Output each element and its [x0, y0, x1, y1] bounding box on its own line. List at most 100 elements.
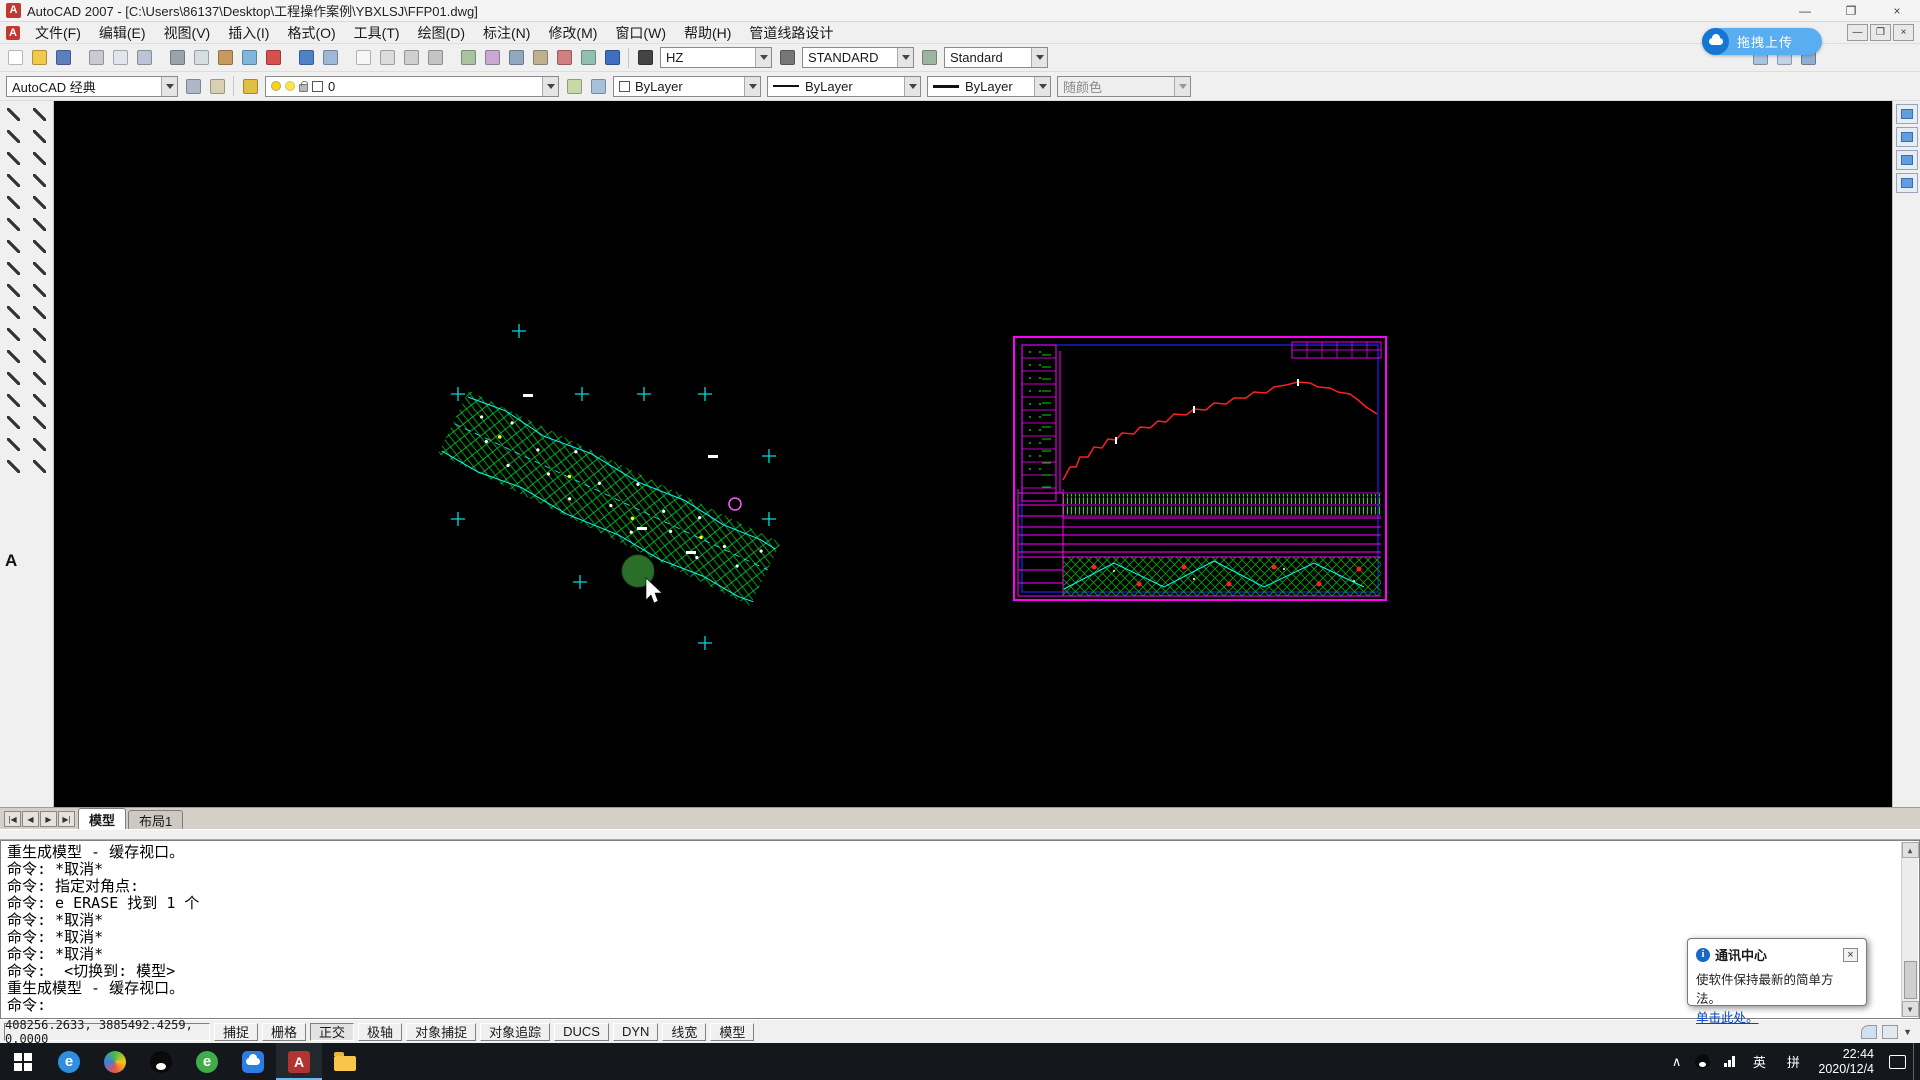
- modify-offset-button[interactable]: [27, 169, 53, 191]
- modify-join-button[interactable]: [27, 389, 53, 411]
- sheetset-manager-button[interactable]: [528, 46, 552, 70]
- docked-toolbar-button-4[interactable]: [1896, 173, 1918, 193]
- linetype-combo[interactable]: ByLayer: [767, 76, 921, 97]
- toggle-lineweight[interactable]: 线宽: [662, 1023, 706, 1041]
- combo-arrow-icon[interactable]: [904, 77, 920, 96]
- copy-button[interactable]: [189, 46, 213, 70]
- workspace-settings-button[interactable]: [181, 74, 205, 98]
- draw-point-button[interactable]: [0, 367, 26, 389]
- menu-item[interactable]: 视图(V): [155, 22, 220, 43]
- layer-color-icon[interactable]: [312, 81, 323, 92]
- docked-toolbar-button-2[interactable]: [1896, 127, 1918, 147]
- combo-arrow-icon[interactable]: [1034, 77, 1050, 96]
- undo-button[interactable]: [294, 46, 318, 70]
- save-workspace-button[interactable]: [205, 74, 229, 98]
- menu-item[interactable]: 工具(T): [345, 22, 409, 43]
- minimize-button[interactable]: —: [1782, 0, 1828, 21]
- draw-arc-button[interactable]: [0, 213, 26, 235]
- draw-region-button[interactable]: [0, 433, 26, 455]
- modify-stretch-button[interactable]: [27, 279, 53, 301]
- command-line-window[interactable]: 重生成模型 - 缓存视口。 命令: *取消* 命令: 指定对角点: 命令: e …: [0, 840, 1920, 1019]
- menu-item[interactable]: 格式(O): [278, 22, 344, 43]
- mdi-restore-button[interactable]: ❐: [1870, 24, 1891, 41]
- draw-gradient-button[interactable]: [0, 411, 26, 433]
- plot-preview-button[interactable]: [108, 46, 132, 70]
- lineweight-combo[interactable]: ByLayer: [927, 76, 1051, 97]
- menu-item[interactable]: 修改(M): [539, 22, 606, 43]
- combo-arrow-icon[interactable]: [1031, 48, 1047, 67]
- scroll-up-icon[interactable]: ▲: [1902, 842, 1919, 858]
- redo-button[interactable]: [318, 46, 342, 70]
- pan-button[interactable]: [351, 46, 375, 70]
- draw-polyline-button[interactable]: [0, 147, 26, 169]
- markup-manager-button[interactable]: [552, 46, 576, 70]
- draw-hatch-button[interactable]: [0, 389, 26, 411]
- taskbar-clock[interactable]: 22:44 2020/12/4: [1810, 1047, 1882, 1077]
- popup-link[interactable]: 单击此处。: [1696, 1011, 1759, 1025]
- layer-combo[interactable]: 0: [265, 76, 559, 97]
- plot-button[interactable]: [84, 46, 108, 70]
- combo-arrow-icon[interactable]: [744, 77, 760, 96]
- combo-arrow-icon[interactable]: [897, 48, 913, 67]
- show-desktop-button[interactable]: [1913, 1043, 1920, 1080]
- scrollbar-thumb[interactable]: [1904, 961, 1917, 999]
- menu-item[interactable]: 文件(F): [26, 22, 90, 43]
- layer-lock-icon[interactable]: [299, 84, 308, 92]
- combo-arrow-icon[interactable]: [755, 48, 771, 67]
- modify-extend-button[interactable]: [27, 323, 53, 345]
- taskbar-autocad-icon[interactable]: A: [276, 1043, 322, 1080]
- tab-model[interactable]: 模型: [78, 808, 126, 829]
- menu-item[interactable]: 帮助(H): [675, 22, 740, 43]
- combo-arrow-icon[interactable]: [161, 77, 177, 96]
- modify-copy-button[interactable]: [27, 125, 53, 147]
- docked-toolbar-button-1[interactable]: [1896, 104, 1918, 124]
- dim-style-combo[interactable]: STANDARD: [802, 47, 914, 68]
- draw-table-button[interactable]: [0, 455, 26, 477]
- model-space-canvas[interactable]: [54, 101, 1892, 807]
- zoom-window-button[interactable]: [399, 46, 423, 70]
- modify-mirror-button[interactable]: [27, 147, 53, 169]
- draw-revision-cloud-button[interactable]: [0, 257, 26, 279]
- table-style-manager-button[interactable]: [917, 46, 941, 70]
- make-object-layer-current-button[interactable]: [562, 74, 586, 98]
- toggle-grid[interactable]: 栅格: [262, 1023, 306, 1041]
- tab-layout1[interactable]: 布局1: [128, 810, 183, 829]
- modify-erase-button[interactable]: [27, 103, 53, 125]
- mdi-minimize-button[interactable]: —: [1847, 24, 1868, 41]
- properties-button[interactable]: [456, 46, 480, 70]
- close-button[interactable]: ×: [1874, 0, 1920, 21]
- language-indicator[interactable]: 英: [1742, 1043, 1776, 1080]
- mdi-close-button[interactable]: ×: [1893, 24, 1914, 41]
- taskbar-edge-icon[interactable]: e: [46, 1043, 92, 1080]
- start-button[interactable]: [0, 1043, 46, 1080]
- toggle-dyn[interactable]: DYN: [613, 1023, 658, 1041]
- draw-polygon-button[interactable]: [0, 169, 26, 191]
- designcenter-button[interactable]: [480, 46, 504, 70]
- command-window-splitter[interactable]: [0, 829, 1920, 840]
- toggle-osnap[interactable]: 对象捕捉: [406, 1023, 476, 1041]
- toggle-polar[interactable]: 极轴: [358, 1023, 402, 1041]
- draw-circle-button[interactable]: [0, 235, 26, 257]
- scroll-down-icon[interactable]: ▼: [1902, 1001, 1919, 1017]
- taskbar-file-explorer-icon[interactable]: [322, 1043, 368, 1080]
- toggle-ducs[interactable]: DUCS: [554, 1023, 609, 1041]
- network-icon[interactable]: [1717, 1043, 1742, 1080]
- tab-first-button[interactable]: |◀: [4, 811, 21, 827]
- status-bar-menu-button[interactable]: ▼: [1903, 1027, 1912, 1037]
- text-style-manager-button[interactable]: [633, 46, 657, 70]
- modify-explode-button[interactable]: [27, 455, 53, 477]
- layer-freeze-icon[interactable]: [285, 81, 295, 91]
- popup-close-icon[interactable]: ×: [1843, 948, 1858, 962]
- menu-item[interactable]: 管道线路设计: [740, 22, 842, 43]
- modify-scale-button[interactable]: [27, 257, 53, 279]
- table-style-combo[interactable]: Standard: [944, 47, 1048, 68]
- action-center-icon[interactable]: [1882, 1043, 1913, 1080]
- taskbar-360-browser-icon[interactable]: [92, 1043, 138, 1080]
- menu-item[interactable]: 窗口(W): [606, 22, 675, 43]
- dim-style-manager-button[interactable]: [775, 46, 799, 70]
- open-button[interactable]: [27, 46, 51, 70]
- tab-last-button[interactable]: ▶|: [58, 811, 75, 827]
- draw-line-button[interactable]: [0, 103, 26, 125]
- publish-button[interactable]: [132, 46, 156, 70]
- modify-fillet-button[interactable]: [27, 433, 53, 455]
